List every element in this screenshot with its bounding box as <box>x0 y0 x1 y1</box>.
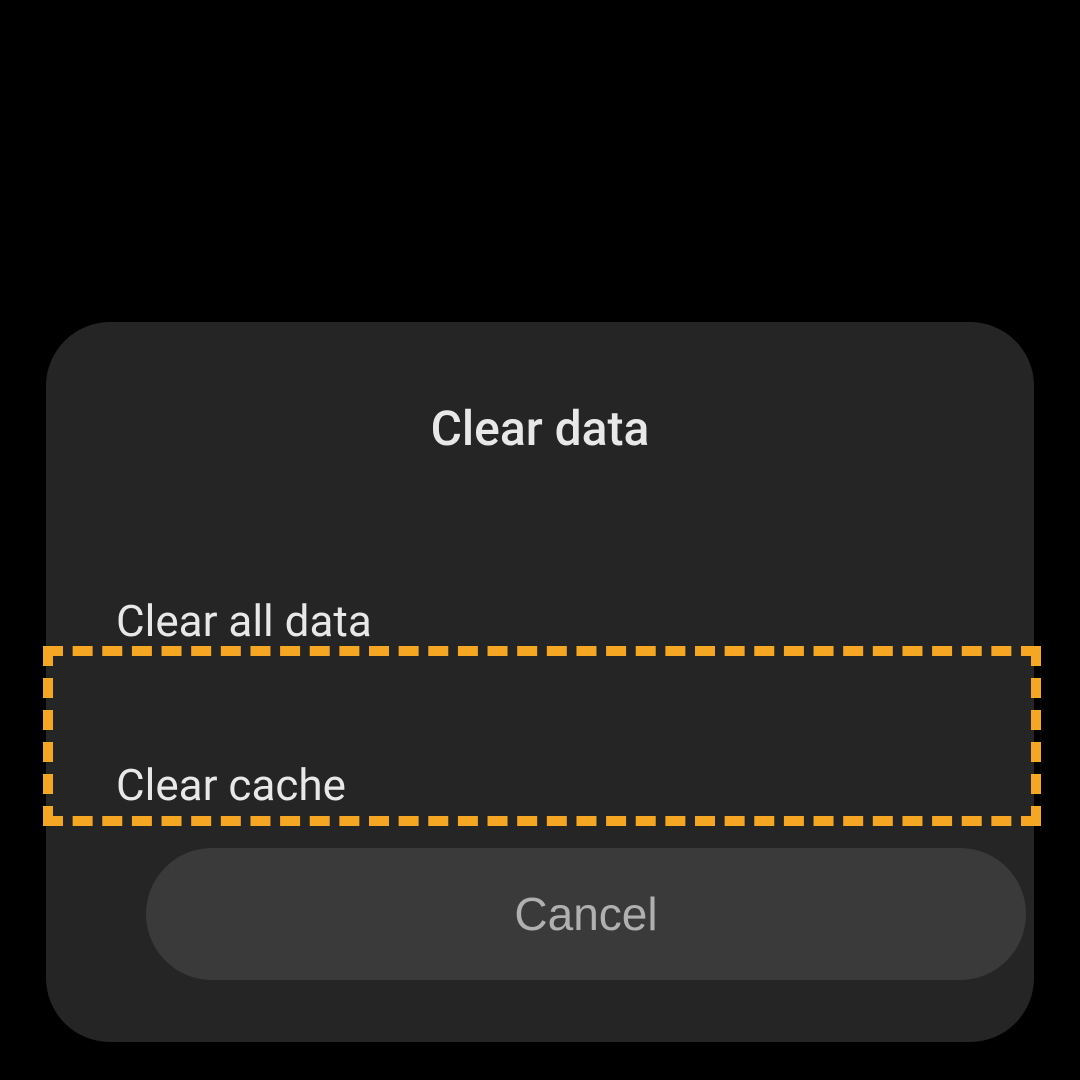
clear-cache-option[interactable]: Clear cache <box>46 703 1034 867</box>
clear-cache-label: Clear cache <box>116 759 346 811</box>
clear-data-dialog: Clear data Clear all data Clear cache Ca… <box>46 322 1034 1042</box>
clear-all-data-label: Clear all data <box>116 595 372 647</box>
cancel-button-label: Cancel <box>514 887 657 941</box>
cancel-button[interactable]: Cancel <box>146 848 1026 980</box>
dialog-title: Clear data <box>46 400 1034 457</box>
clear-all-data-option[interactable]: Clear all data <box>46 539 1034 703</box>
